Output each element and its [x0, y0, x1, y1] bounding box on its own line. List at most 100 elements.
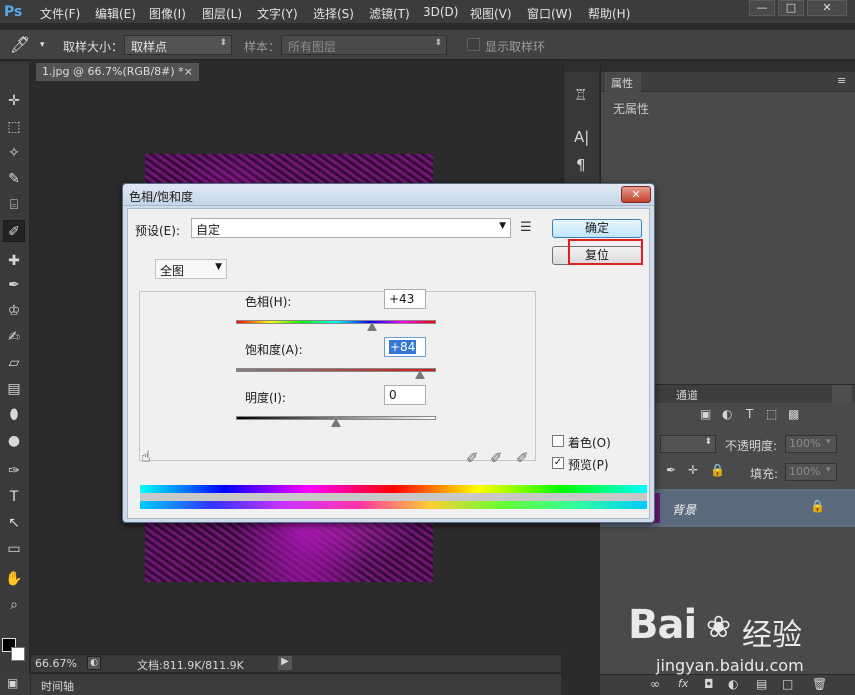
- menu-view[interactable]: 视图(V): [470, 5, 512, 22]
- eyedropper-icon[interactable]: ✐: [466, 449, 479, 467]
- status-info-icon[interactable]: ◐: [87, 656, 101, 670]
- timeline-tab[interactable]: 时间轴: [41, 678, 74, 694]
- menu-filter[interactable]: 滤镜(T): [369, 5, 410, 22]
- close-window-button[interactable]: ✕: [807, 0, 847, 16]
- colorize-checkbox[interactable]: [552, 435, 564, 447]
- history-brush-tool-icon[interactable]: ✍: [3, 326, 25, 348]
- dock-collapse-bar[interactable]: [564, 62, 600, 72]
- menu-image[interactable]: 图像(I): [149, 5, 186, 22]
- preview-label: 预览(P): [568, 458, 609, 472]
- show-ring-label: 显示取样环: [485, 40, 546, 54]
- saturation-slider-track[interactable]: [236, 368, 436, 372]
- maximize-button[interactable]: □: [778, 0, 804, 16]
- dialog-title-bar[interactable]: 色相/饱和度 ✕: [123, 184, 654, 206]
- menu-file[interactable]: 文件(F): [40, 5, 80, 22]
- eyedropper-tool-icon[interactable]: ✐: [3, 220, 25, 242]
- paragraph-panel-icon[interactable]: ¶: [576, 156, 586, 174]
- hand-tool-icon[interactable]: ✋: [3, 568, 25, 590]
- close-tab-icon[interactable]: ×: [184, 65, 193, 78]
- ok-button[interactable]: 确定: [552, 219, 642, 238]
- fill-field[interactable]: 100% ▾: [785, 463, 837, 481]
- quick-selection-tool-icon[interactable]: ✎: [3, 168, 25, 190]
- dropdown-arrow-icon[interactable]: ▾: [826, 465, 831, 475]
- lightness-field[interactable]: 0: [384, 385, 426, 405]
- blend-mode-select[interactable]: ⬍: [660, 435, 716, 453]
- gradient-tool-icon[interactable]: ▤: [3, 378, 25, 400]
- lock-brush-icon[interactable]: ✒: [666, 463, 676, 477]
- filter-smart-icon[interactable]: ▩: [788, 407, 799, 421]
- hue-slider-track[interactable]: [236, 320, 436, 324]
- layer-name[interactable]: 背景: [672, 501, 696, 518]
- saturation-slider-thumb[interactable]: [415, 370, 425, 379]
- saturation-field[interactable]: +84: [384, 337, 426, 357]
- properties-tab[interactable]: 属性: [605, 72, 641, 92]
- path-selection-tool-icon[interactable]: ↖: [3, 512, 25, 534]
- spectrum-range-bar[interactable]: [140, 493, 647, 501]
- saturation-value: +84: [389, 340, 417, 354]
- document-tab[interactable]: 1.jpg @ 66.7%(RGB/8#) * ×: [35, 62, 200, 82]
- screen-mode-icon[interactable]: ▣: [7, 676, 18, 690]
- properties-header: 属性 ≡: [601, 72, 855, 92]
- rectangle-tool-icon[interactable]: ▭: [3, 538, 25, 560]
- select-arrows-icon: ⬍: [434, 38, 442, 48]
- opacity-label: 不透明度:: [725, 439, 778, 453]
- preview-checkbox[interactable]: ✓: [552, 457, 564, 469]
- filter-type-icon[interactable]: T: [746, 407, 753, 421]
- menu-help[interactable]: 帮助(H): [588, 5, 630, 22]
- zoom-tool-icon[interactable]: ⌕: [3, 594, 25, 616]
- character-panel-icon[interactable]: A|: [574, 128, 589, 146]
- show-ring-checkbox[interactable]: [467, 38, 480, 51]
- filter-shape-icon[interactable]: ⬚: [766, 407, 777, 421]
- hue-field[interactable]: +43: [384, 289, 426, 309]
- preset-select[interactable]: 自定 ▼: [191, 218, 511, 238]
- preset-options-icon[interactable]: ☰: [520, 220, 532, 235]
- filter-image-icon[interactable]: ▣: [700, 407, 711, 421]
- marquee-tool-icon[interactable]: ⬚: [3, 116, 25, 138]
- menu-layer[interactable]: 图层(L): [202, 5, 242, 22]
- filter-adjustment-icon[interactable]: ◐: [722, 407, 732, 421]
- menu-type[interactable]: 文字(Y): [257, 5, 298, 22]
- menu-window[interactable]: 窗口(W): [527, 5, 572, 22]
- menu-3d[interactable]: 3D(D): [423, 5, 458, 19]
- channels-tab[interactable]: 通道: [676, 387, 698, 403]
- layers-scroll-top: [832, 385, 852, 403]
- clone-stamp-tool-icon[interactable]: ♔: [3, 300, 25, 322]
- brush-tool-icon[interactable]: ✒: [3, 274, 25, 296]
- lock-all-icon[interactable]: 🔒: [710, 463, 725, 477]
- sample-size-select[interactable]: 取样点 ⬍: [124, 35, 232, 55]
- add-to-sample-eyedropper-icon[interactable]: ✐: [490, 449, 503, 467]
- subtract-from-sample-eyedropper-icon[interactable]: ✐: [516, 449, 529, 467]
- adjustment-group: [139, 291, 536, 461]
- lock-position-icon[interactable]: ✛: [688, 463, 698, 477]
- tool-preset-arrow-icon[interactable]: ▾: [40, 40, 45, 50]
- clone-source-icon[interactable]: ♖: [574, 86, 587, 104]
- background-color-swatch[interactable]: [11, 647, 25, 661]
- document-tab-title: 1.jpg @ 66.7%(RGB/8#) *: [42, 65, 184, 78]
- dialog-close-button[interactable]: ✕: [621, 186, 651, 203]
- hue-slider-thumb[interactable]: [367, 322, 377, 331]
- opacity-field[interactable]: 100% ▾: [785, 435, 837, 453]
- menu-select[interactable]: 选择(S): [313, 5, 354, 22]
- sample-select[interactable]: 所有图层 ⬍: [281, 35, 447, 55]
- eraser-tool-icon[interactable]: ▱: [3, 352, 25, 374]
- eyedropper-icon[interactable]: 🖊: [10, 35, 30, 54]
- watermark-url: jingyan.baidu.com: [656, 656, 804, 675]
- status-menu-arrow-icon[interactable]: ▶: [278, 656, 292, 670]
- dropdown-arrow-icon[interactable]: ▾: [826, 437, 831, 447]
- zoom-level[interactable]: 66.67%: [35, 657, 77, 670]
- pen-tool-icon[interactable]: ✑: [3, 460, 25, 482]
- panel-collapse-bar[interactable]: [601, 62, 855, 72]
- menu-edit[interactable]: 编辑(E): [95, 5, 136, 22]
- lasso-tool-icon[interactable]: ✧: [3, 142, 25, 164]
- lightness-slider-thumb[interactable]: [331, 418, 341, 427]
- move-tool-icon[interactable]: ✛: [3, 90, 25, 112]
- healing-brush-tool-icon[interactable]: ✚: [3, 250, 25, 272]
- blur-tool-icon[interactable]: ⬮: [3, 404, 25, 426]
- panel-menu-icon[interactable]: ≡: [837, 74, 846, 87]
- type-tool-icon[interactable]: T: [3, 486, 25, 508]
- targeted-adjustment-hand-icon[interactable]: ☝: [141, 447, 151, 466]
- dodge-tool-icon[interactable]: ●: [3, 430, 25, 452]
- channel-select[interactable]: 全图 ▼: [155, 259, 227, 279]
- crop-tool-icon[interactable]: ⌸: [3, 194, 25, 216]
- minimize-button[interactable]: —: [749, 0, 775, 16]
